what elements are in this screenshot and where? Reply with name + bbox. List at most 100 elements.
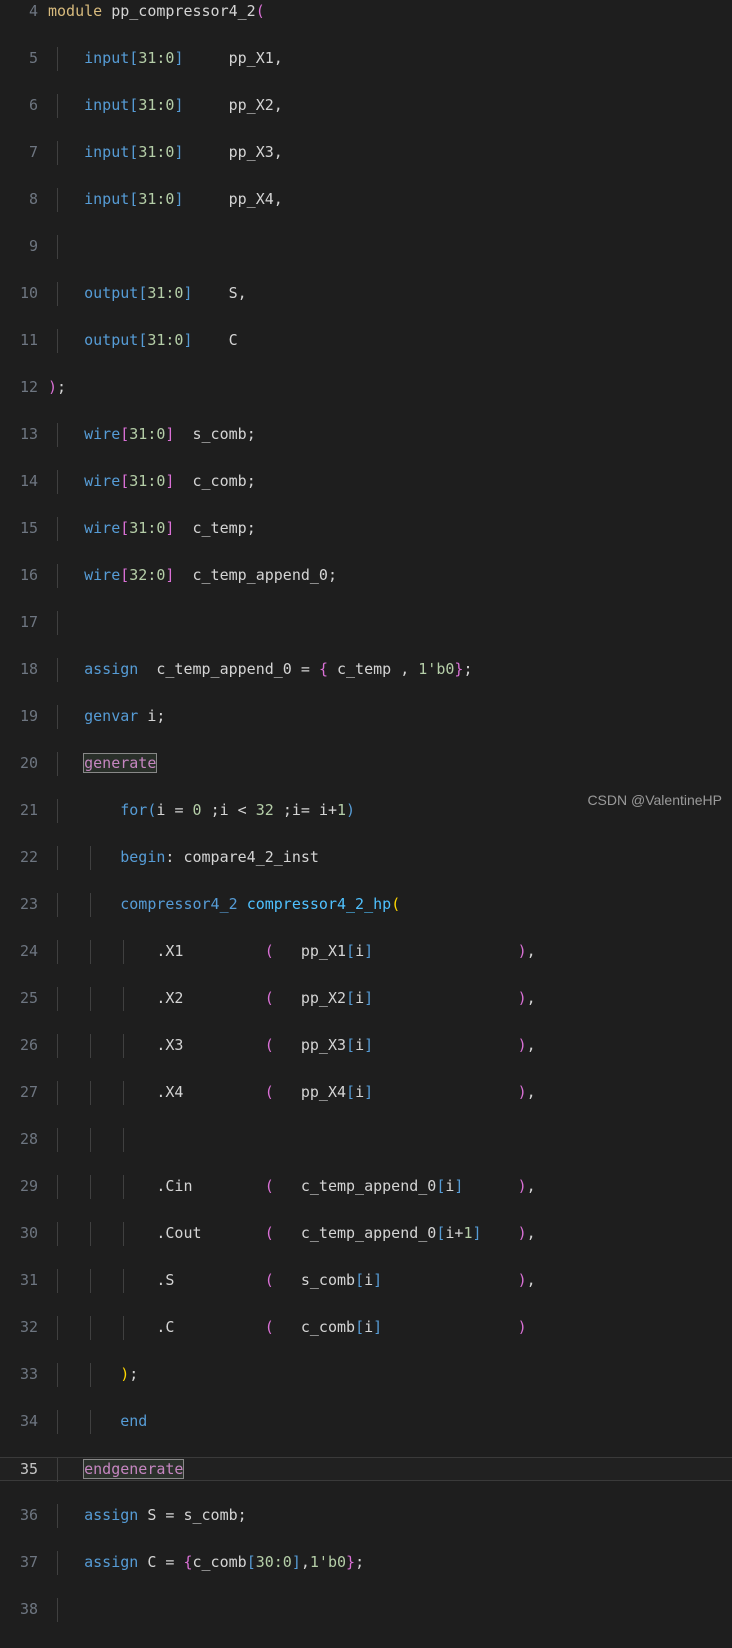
code-line[interactable]: 34 end [0,1410,732,1434]
token-bracket-open: [ [120,425,130,443]
code-line[interactable]: 16 wire[32:0] c_temp_append_0; [0,564,732,588]
code-line[interactable]: 20 generate [0,752,732,776]
code-line[interactable]: 23 compressor4_2 compressor4_2_hp( [0,893,732,917]
token-bracket-close: ] [165,519,175,537]
token-bracket-close: ] [364,989,374,1007]
token-semicolon: ; [282,801,292,819]
code-line[interactable]: 33 ); [0,1363,732,1387]
code-line[interactable]: 31 .S ( s_comb[i] ), [0,1269,732,1293]
token-comma: , [526,1083,536,1101]
line-content: wire[31:0] c_comb; [48,470,256,494]
token-paren-close: ) [517,1271,527,1289]
line-content: .X4 ( pp_X4[i] ), [48,1081,536,1105]
token-operator-equals: = [300,801,310,819]
token-bracket-open: [ [246,1553,256,1571]
token-semicolon: ; [246,519,256,537]
code-line[interactable]: 17 [0,611,732,635]
code-line[interactable]: 14 wire[31:0] c_comb; [0,470,732,494]
code-line[interactable]: 26 .X3 ( pp_X3[i] ), [0,1034,732,1058]
code-line[interactable]: 9 [0,235,732,259]
line-content: generate [48,752,158,776]
code-line[interactable]: 7 input[31:0] pp_X3, [0,141,732,165]
token-semicolon: ; [246,425,256,443]
token-range: 31:0 [129,425,166,443]
token-signal: C [147,1553,157,1571]
token-colon: : [165,848,175,866]
code-line[interactable]: 6 input[31:0] pp_X2, [0,94,732,118]
line-content: compressor4_2 compressor4_2_hp( [48,893,400,917]
token-port-name: .X4 [156,1083,184,1101]
token-bracket-open: [ [436,1224,446,1242]
token-operator-lt: < [237,801,247,819]
code-line[interactable]: 13 wire[31:0] s_comb; [0,423,732,447]
code-line[interactable]: 12 ); [0,376,732,400]
token-signal: pp_X2 [300,989,347,1007]
line-number: 37 [19,1553,38,1571]
indent-guide [57,1128,58,1152]
token-paren-close: ) [517,1177,527,1195]
code-line[interactable]: 10 output[31:0] S, [0,282,732,306]
code-line[interactable]: 30 .Cout ( c_temp_append_0[i+1] ), [0,1222,732,1246]
code-line[interactable]: 38 [0,1598,732,1622]
code-line[interactable]: 18 assign c_temp_append_0 = { c_temp , 1… [0,658,732,682]
code-line[interactable]: 22 begin: compare4_2_inst [0,846,732,870]
code-line[interactable]: 32 .C ( c_comb[i] ) [0,1316,732,1340]
token-keyword-wire: wire [84,425,121,443]
code-line[interactable]: 19 genvar i; [0,705,732,729]
code-line[interactable]: 4 module pp_compressor4_2( [0,0,732,24]
line-number: 25 [19,989,38,1007]
code-line[interactable]: 11 output[31:0] C [0,329,732,353]
token-number-one: 1 [337,801,347,819]
code-line[interactable]: 27 .X4 ( pp_X4[i] ), [0,1081,732,1105]
token-signal: S [147,1506,157,1524]
token-signal: pp_X4 [228,190,274,208]
token-range: 31:0 [138,96,175,114]
token-signal: s_comb [300,1271,356,1289]
token-signal: pp_X3 [228,143,274,161]
token-operator-equals: = [165,1506,175,1524]
line-content: .S ( s_comb[i] ), [48,1269,535,1293]
code-line[interactable]: 8 input[31:0] pp_X4, [0,188,732,212]
code-line[interactable]: 37 assign C = {c_comb[30:0],1'b0}; [0,1551,732,1575]
token-keyword-endgenerate: endgenerate [83,1459,185,1479]
line-number: 38 [19,1600,38,1618]
code-line[interactable]: 24 .X1 ( pp_X1[i] ), [0,940,732,964]
line-number: 5 [28,49,38,67]
line-content: .X3 ( pp_X3[i] ), [48,1034,535,1058]
token-semicolon: ; [129,1365,139,1383]
token-paren-close: ) [120,1365,130,1383]
line-number: 31 [19,1271,38,1289]
token-bracket-close: ] [183,284,193,302]
token-bracket-open: [ [138,331,148,349]
token-bracket-open: [ [120,566,130,584]
code-line[interactable]: 28 [0,1128,732,1152]
token-paren-open: ( [255,2,265,20]
token-literal: 1'b0 [418,660,455,678]
code-line[interactable]: 36 assign S = s_comb; [0,1504,732,1528]
token-bracket-open: [ [346,1083,356,1101]
token-loop-limit: 32 [255,801,274,819]
token-bracket-close: ] [165,425,175,443]
line-content: assign S = s_comb; [48,1504,247,1528]
token-bracket-open: [ [129,96,139,114]
code-line-active[interactable]: 35 endgenerate [0,1457,732,1482]
token-paren-close: ) [517,1036,527,1054]
token-number-one: 1 [463,1224,473,1242]
token-operator-equals: = [300,660,310,678]
line-content: .X2 ( pp_X2[i] ), [48,987,535,1011]
line-number: 10 [19,284,38,302]
token-keyword-input: input [84,96,130,114]
token-signal: c_temp_append_0 [156,660,292,678]
token-bracket-close: ] [174,190,184,208]
line-content: .Cout ( c_temp_append_0[i+1] ), [48,1222,535,1246]
line-number: 23 [19,895,38,913]
code-line[interactable]: 29 .Cin ( c_temp_append_0[i] ), [0,1175,732,1199]
token-comma: , [273,49,283,67]
code-editor[interactable]: 4 module pp_compressor4_2( 5 input[31:0]… [0,0,732,1622]
code-line[interactable]: 5 input[31:0] pp_X1, [0,47,732,71]
code-line[interactable]: 25 .X2 ( pp_X2[i] ), [0,987,732,1011]
line-number: 21 [19,801,38,819]
code-line[interactable]: 15 wire[31:0] c_temp; [0,517,732,541]
token-bracket-close: ] [364,942,374,960]
token-keyword-module: module [48,2,103,20]
